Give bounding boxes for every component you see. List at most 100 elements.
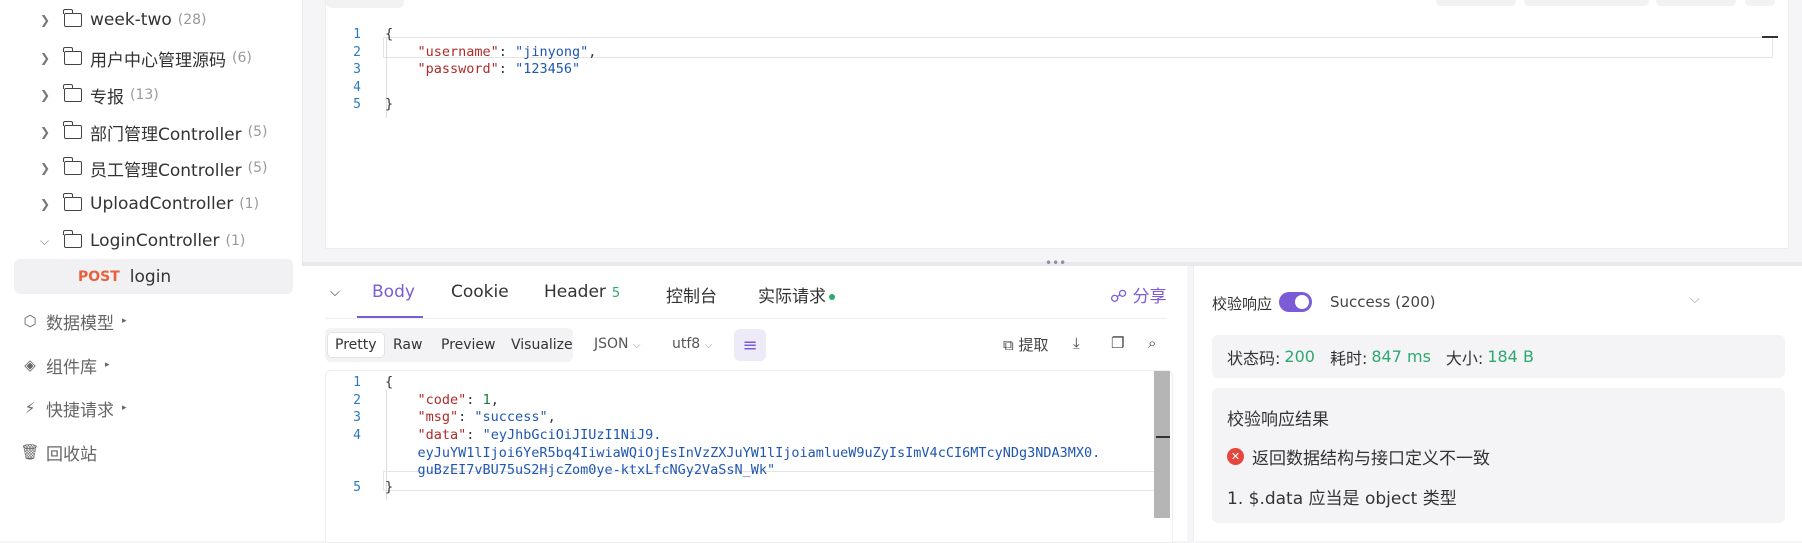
nav-data-model[interactable]: ⬡ 数据模型 ▸ <box>20 306 126 336</box>
folder-dept-controller[interactable]: ❯ 部门管理Controller (5) <box>40 117 267 147</box>
folder-icon <box>63 47 82 65</box>
folder-count: (28) <box>177 12 207 28</box>
scrollbar[interactable] <box>1154 371 1170 518</box>
scroll-marker <box>1156 436 1170 438</box>
request-body-editor[interactable]: 1{2 "username": "jinyong", 3 "password": … <box>325 18 1787 138</box>
format-pretty-button[interactable]: Pretty <box>328 333 384 357</box>
code-token: : <box>498 44 516 60</box>
code-line: 3 "password": "123456" <box>325 59 580 79</box>
chevron-down-icon[interactable]: ⌵ <box>1690 292 1700 307</box>
nav-components[interactable]: ◈ 组件库 ▸ <box>20 350 109 380</box>
code-token: guBzEI7vBU75uS2HjcZom0ye-ktxLfcNGy2VaSsN… <box>417 462 776 478</box>
folder-login-controller[interactable]: ⌵ LoginController (1) <box>40 226 245 256</box>
error-message: 返回数据结构与接口定义不一致 <box>1252 449 1490 469</box>
code-token: "123456" <box>515 61 581 77</box>
folder-week-two[interactable]: ❯ week-two (28) <box>40 5 207 35</box>
line-number: 1 <box>353 26 361 42</box>
folder-count: (6) <box>232 50 252 66</box>
tab-header-label: Header <box>544 282 606 302</box>
endpoint-name: login <box>129 266 172 287</box>
encoding-select[interactable]: utf8 ⌵ <box>672 336 712 352</box>
tab-cookie[interactable]: Cookie <box>451 282 509 302</box>
toolbar-stub[interactable] <box>1745 0 1775 6</box>
divider <box>325 318 1167 319</box>
toolbar-stub[interactable] <box>1436 0 1516 6</box>
line-number: 5 <box>353 479 361 495</box>
folder-icon <box>63 84 82 102</box>
code-token: : <box>498 61 516 77</box>
folder-zhuanbao[interactable]: ❯ 专报 (13) <box>40 80 159 110</box>
code-token: : <box>466 392 483 408</box>
download-icon[interactable]: ⤓ <box>1073 334 1080 352</box>
line-number: 1 <box>353 374 361 390</box>
extract-icon: ⧉ <box>1003 336 1014 354</box>
chevron-right-icon: ❯ <box>40 13 51 27</box>
toolbar-stub[interactable] <box>1656 0 1736 6</box>
format-raw-button[interactable]: Raw <box>386 333 429 357</box>
line-number: 2 <box>353 44 361 60</box>
error-icon: ✕ <box>1227 448 1244 465</box>
toolbar-stub[interactable] <box>1524 0 1649 6</box>
folder-label: week-two <box>90 10 172 30</box>
chevron-right-icon: ❯ <box>40 161 51 175</box>
folder-emp-controller[interactable]: ❯ 员工管理Controller (5) <box>40 153 267 183</box>
folder-label: 用户中心管理源码 <box>90 50 226 71</box>
code-text: "password": "123456" <box>385 61 581 77</box>
code-token: "success" <box>474 409 548 425</box>
tab-body[interactable]: Body <box>372 282 415 302</box>
endpoint-login[interactable]: POST login <box>14 259 293 294</box>
extract-button[interactable]: ⧉ 提取 <box>1003 334 1049 355</box>
tab-actual-request[interactable]: 实际请求 <box>758 282 835 307</box>
folder-icon <box>63 193 82 211</box>
code-token: "password" <box>417 61 499 77</box>
code-text: eyJuYW1lIjoi6YeR5bq4IiwiaWQiOjEsInVzZXJu… <box>385 445 1101 461</box>
code-text: "username": "jinyong", <box>385 44 597 60</box>
tab-stub[interactable] <box>326 0 404 8</box>
nav-label: 回收站 <box>46 444 97 465</box>
folder-label: LoginController <box>90 231 220 251</box>
code-token: : <box>466 427 483 443</box>
nav-quick-request[interactable]: ⚡ 快捷请求 ▸ <box>20 393 127 423</box>
tab-console[interactable]: 控制台 <box>666 282 717 307</box>
validate-response-label: 校验响应 <box>1212 295 1273 313</box>
nav-trash[interactable]: 🗑 回收站 <box>20 437 97 467</box>
share-icon: ☍ <box>1110 287 1128 307</box>
copy-icon[interactable]: ❐ <box>1111 334 1124 352</box>
size-value: 184 B <box>1487 347 1534 366</box>
code-token: 1 <box>482 392 491 408</box>
folder-upload-controller[interactable]: ❯ UploadController (1) <box>40 189 259 219</box>
format-visualize-button[interactable]: Visualize <box>504 333 580 357</box>
status-value: 200 <box>1284 347 1315 366</box>
format-type-value: JSON <box>594 336 629 352</box>
collapse-chevron-icon[interactable]: ⌵ <box>330 285 340 300</box>
error-detail: 1. $.data 应当是 object 类型 <box>1227 489 1457 509</box>
code-line: 1{ <box>325 24 393 44</box>
folder-user-center[interactable]: ❯ 用户中心管理源码 (6) <box>40 43 252 73</box>
bolt-icon: ⚡ <box>24 399 36 417</box>
status-dot <box>829 294 835 300</box>
folder-icon <box>63 121 82 139</box>
folder-label: 专报 <box>90 87 124 108</box>
line-number: 4 <box>353 427 361 443</box>
format-type-select[interactable]: JSON ⌵ <box>594 336 641 352</box>
line-number: 2 <box>353 392 361 408</box>
word-wrap-button[interactable]: ≡ <box>734 329 766 361</box>
response-definition-select[interactable]: Success (200) <box>1330 293 1435 311</box>
validate-response-toggle[interactable] <box>1279 292 1312 312</box>
code-token: , <box>547 409 556 425</box>
code-token: , <box>490 392 499 408</box>
folder-count: (1) <box>225 233 246 249</box>
header-count-badge: 5 <box>611 286 621 301</box>
line-number: 3 <box>353 409 361 425</box>
code-line: 1{ <box>325 372 393 392</box>
code-token: "msg" <box>417 409 459 425</box>
format-preview-button[interactable]: Preview <box>434 333 503 357</box>
folder-count: (13) <box>130 87 159 103</box>
share-button[interactable]: ☍ 分享 <box>1110 282 1167 307</box>
search-icon[interactable]: ⌕ <box>1148 334 1156 352</box>
line-number: 4 <box>353 79 361 95</box>
tab-header[interactable]: Header 5 <box>544 282 620 302</box>
